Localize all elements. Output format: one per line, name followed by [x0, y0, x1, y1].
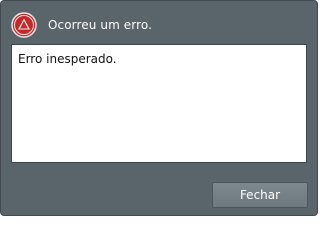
dialog-title: Ocorreu um erro. — [48, 18, 153, 32]
error-dialog: Ocorreu um erro. Erro inesperado. Fechar — [0, 0, 318, 216]
dialog-header: Ocorreu um erro. — [11, 11, 152, 39]
error-message-box: Erro inesperado. — [11, 44, 307, 163]
error-message-text: Erro inesperado. — [18, 52, 117, 66]
warning-icon — [11, 12, 37, 38]
close-button[interactable]: Fechar — [212, 182, 308, 208]
